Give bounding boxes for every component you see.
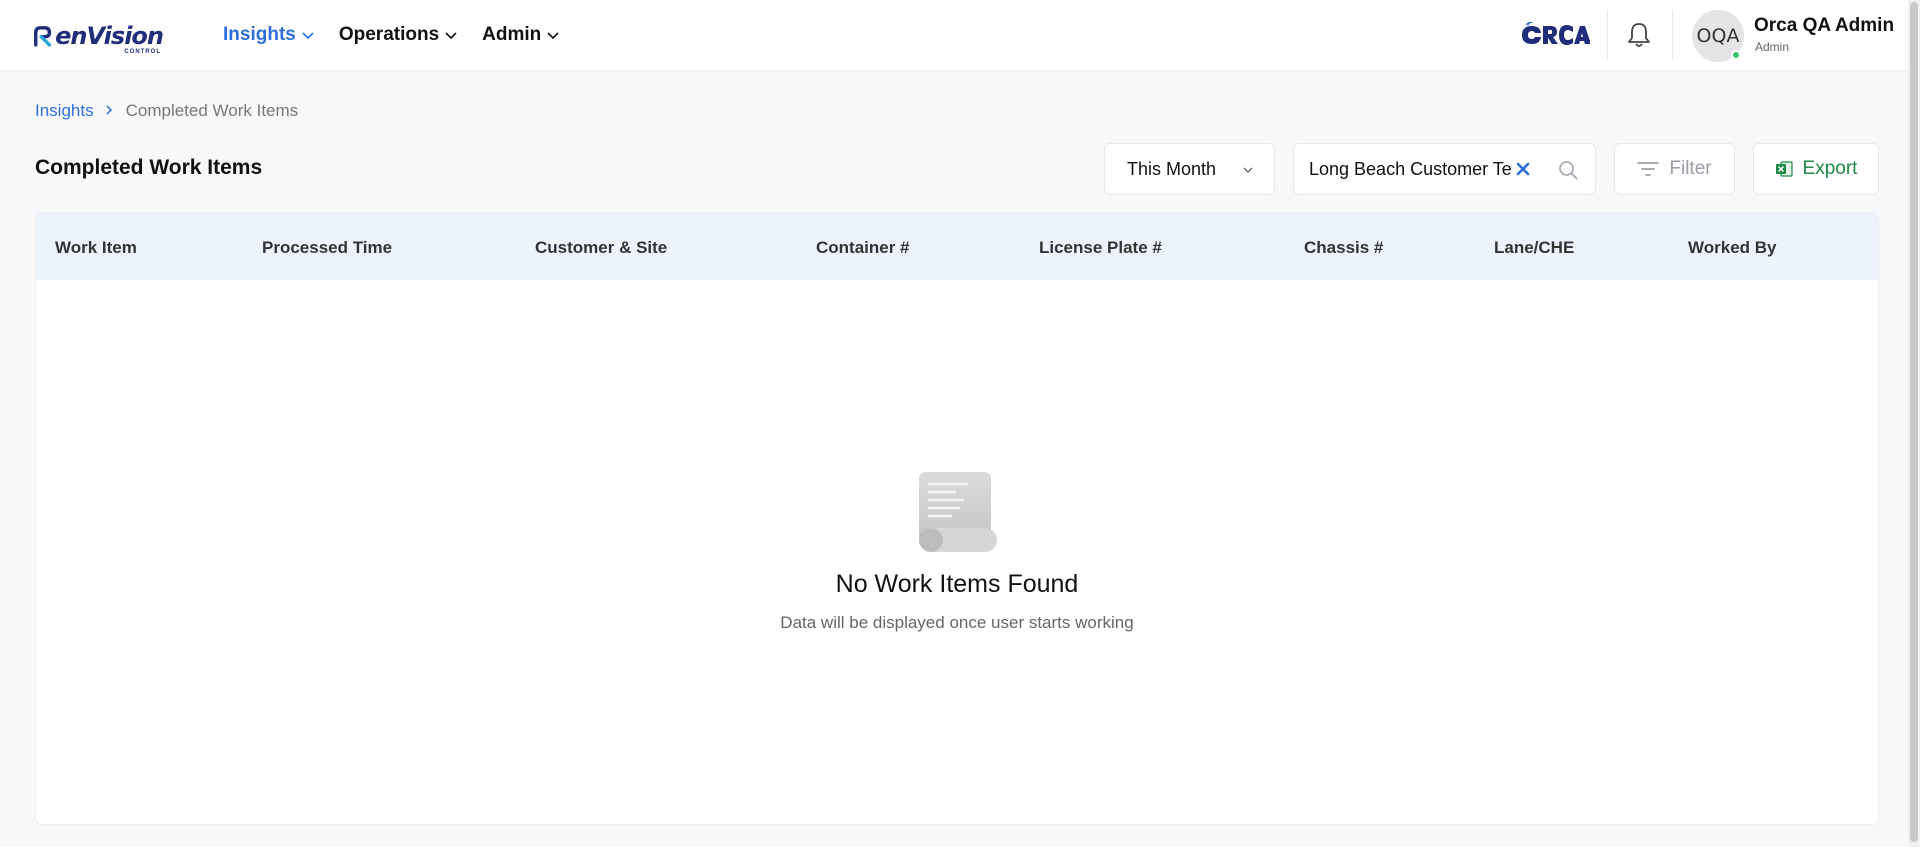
breadcrumb-current: Completed Work Items	[125, 101, 299, 120]
nav-item-label: Insights	[223, 24, 296, 45]
export-button-label: Export	[1802, 158, 1858, 179]
chevron-down-icon	[445, 32, 457, 40]
scrollbar-thumb[interactable]	[1910, 2, 1918, 842]
export-button[interactable]: Export	[1753, 143, 1879, 195]
column-header-processed-time[interactable]: Processed Time	[262, 238, 392, 258]
column-header-lane-che[interactable]: Lane/CHE	[1494, 238, 1574, 258]
search-icon[interactable]	[1557, 159, 1579, 181]
excel-icon	[1775, 161, 1793, 177]
search-box	[1293, 143, 1596, 195]
notification-bell-icon[interactable]	[1626, 21, 1652, 49]
divider	[1607, 10, 1608, 60]
main-menu: Insights Operations Admin	[223, 0, 584, 70]
column-header-container[interactable]: Container #	[816, 238, 910, 258]
column-header-license-plate[interactable]: License Plate #	[1039, 238, 1162, 258]
user-role: Admin	[1755, 40, 1790, 54]
table-header: Work Item Processed Time Customer & Site…	[36, 214, 1878, 280]
period-selected-value: This Month	[1127, 158, 1217, 179]
column-header-work-item[interactable]: Work Item	[55, 238, 137, 258]
chevron-down-icon	[547, 32, 559, 40]
filter-button[interactable]: Filter	[1614, 143, 1735, 195]
logo-subtext: CONTROL	[124, 49, 161, 55]
column-header-chassis[interactable]: Chassis #	[1304, 238, 1383, 258]
filter-button-label: Filter	[1669, 158, 1712, 179]
orca-logo-icon	[1522, 21, 1590, 45]
search-input[interactable]	[1309, 158, 1515, 180]
work-items-table: Work Item Processed Time Customer & Site…	[35, 213, 1879, 825]
empty-state-title: No Work Items Found	[835, 570, 1079, 598]
nav-item-insights[interactable]: Insights	[223, 24, 315, 46]
chevron-down-icon	[302, 32, 314, 40]
nav-item-operations[interactable]: Operations	[339, 24, 458, 46]
page-title: Completed Work Items	[35, 156, 263, 179]
filter-lines-icon	[1637, 162, 1660, 176]
column-header-worked-by[interactable]: Worked By	[1688, 238, 1777, 258]
chevron-right-icon	[104, 103, 114, 120]
user-name[interactable]: Orca QA Admin	[1754, 15, 1894, 37]
nav-item-admin[interactable]: Admin	[482, 24, 560, 46]
logo-wordmark: enVision	[55, 22, 164, 50]
empty-state-subtitle: Data will be displayed once user starts …	[780, 613, 1134, 632]
top-navigation-bar: enVision CONTROL Insights Operations Adm…	[0, 0, 1908, 70]
avatar-initials: OQA	[1696, 25, 1740, 47]
period-dropdown[interactable]: This Month	[1104, 143, 1275, 195]
online-status-indicator	[1731, 50, 1741, 60]
divider	[1672, 10, 1673, 60]
nav-item-label: Admin	[482, 24, 542, 45]
page-scrollbar[interactable]	[1908, 0, 1920, 847]
empty-state: No Work Items Found Data will be display…	[36, 470, 1878, 633]
breadcrumb-insights-link[interactable]: Insights	[35, 101, 94, 121]
nav-item-label: Operations	[338, 24, 440, 45]
clear-search-icon[interactable]	[1514, 160, 1532, 178]
breadcrumb: Insights Completed Work Items	[35, 101, 298, 121]
empty-document-icon	[919, 472, 997, 552]
chevron-down-icon	[1243, 167, 1253, 173]
envision-logo-icon	[34, 26, 52, 47]
avatar[interactable]: OQA	[1692, 10, 1744, 62]
envision-logo[interactable]: enVision CONTROL	[33, 18, 164, 55]
column-header-customer-site[interactable]: Customer & Site	[535, 238, 667, 258]
